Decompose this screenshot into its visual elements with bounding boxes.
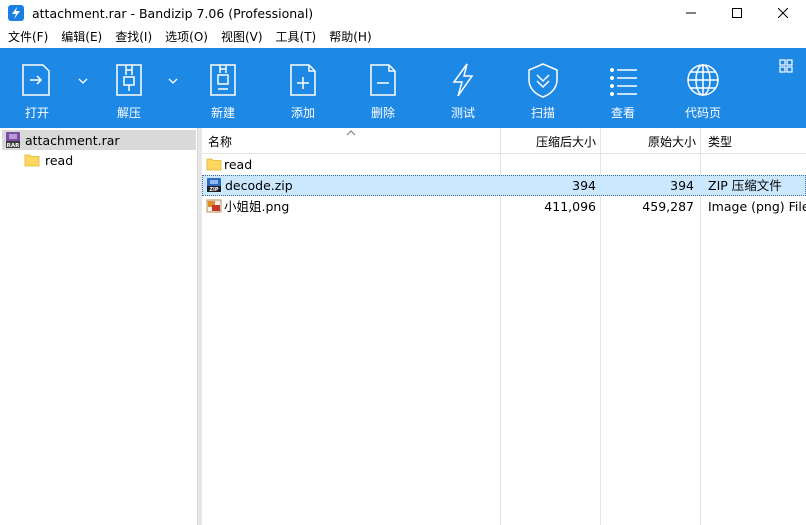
toolbar: 打开 解压 新建 添加 删除 测试 扫描 查看 代码页 [0, 48, 806, 128]
new-label: 新建 [210, 106, 235, 120]
extract-dropdown-icon[interactable] [166, 74, 180, 88]
file-compressed-size: 394 [572, 178, 596, 193]
column-name-header[interactable]: 名称 [208, 128, 232, 154]
column-type-header[interactable]: 类型 [708, 128, 732, 154]
scan-button[interactable]: 扫描 [506, 48, 580, 128]
file-list: 名称 压缩后大小 原始大小 类型 read ZIP decode.zip 394… [202, 128, 806, 525]
extract-icon [107, 60, 151, 100]
file-compressed-size: 411,096 [544, 199, 596, 214]
folder-icon [24, 154, 40, 167]
menu-tools[interactable]: 工具(T) [268, 26, 322, 48]
file-original-size: 459,287 [642, 199, 694, 214]
svg-text:ZIP: ZIP [209, 187, 218, 193]
image-file-icon [206, 199, 222, 213]
view-label: 查看 [610, 106, 635, 120]
file-original-size: 394 [670, 178, 694, 193]
file-name: decode.zip [225, 178, 293, 193]
file-row-read[interactable]: read [202, 154, 806, 175]
close-button[interactable] [760, 0, 806, 26]
maximize-button[interactable] [714, 0, 760, 26]
extract-label: 解压 [116, 106, 141, 120]
window-title: attachment.rar - Bandizip 7.06 (Professi… [32, 5, 314, 21]
file-row-decode-zip[interactable]: ZIP decode.zip 394 394 ZIP 压缩文件 [202, 175, 806, 196]
globe-icon [681, 60, 725, 100]
test-button[interactable]: 测试 [426, 48, 500, 128]
delete-file-icon [361, 60, 405, 100]
file-name: 小姐姐.png [224, 199, 290, 214]
zip-archive-icon: ZIP [207, 178, 221, 193]
delete-button[interactable]: 删除 [346, 48, 420, 128]
test-label: 测试 [450, 106, 475, 120]
codepage-label: 代码页 [684, 106, 721, 120]
menu-help[interactable]: 帮助(H) [321, 26, 376, 48]
list-view-icon [601, 60, 645, 100]
menu-edit[interactable]: 编辑(E) [53, 26, 107, 48]
view-button[interactable]: 查看 [586, 48, 660, 128]
open-dropdown-icon[interactable] [76, 74, 90, 88]
tree-child-label: read [45, 152, 74, 168]
menu-options[interactable]: 选项(O) [157, 26, 213, 48]
tree-item-read-folder[interactable]: read [24, 150, 73, 170]
file-type: ZIP 压缩文件 [708, 178, 782, 193]
menu-view[interactable]: 视图(V) [213, 26, 268, 48]
shield-icon [521, 60, 565, 100]
file-name: read [224, 157, 253, 172]
new-button[interactable]: 新建 [186, 48, 260, 128]
minimize-button[interactable] [668, 0, 714, 26]
rar-archive-icon: RAR [6, 132, 20, 149]
column-header-row: 名称 压缩后大小 原始大小 类型 [202, 128, 806, 154]
layout-grid-icon[interactable] [779, 59, 793, 73]
add-label: 添加 [290, 106, 315, 120]
open-button[interactable]: 打开 [0, 48, 74, 128]
folder-icon [206, 158, 222, 171]
file-original-size [602, 154, 694, 175]
column-compressed-header[interactable]: 压缩后大小 [536, 128, 596, 154]
folder-tree: RAR attachment.rar read [0, 128, 198, 525]
codepage-button[interactable]: 代码页 [666, 48, 740, 128]
add-file-icon [281, 60, 325, 100]
svg-text:RAR: RAR [7, 143, 20, 149]
file-type [708, 154, 806, 175]
open-label: 打开 [24, 106, 49, 120]
open-icon [15, 60, 59, 100]
lightning-icon [441, 60, 485, 100]
menu-file[interactable]: 文件(F) [0, 26, 53, 48]
file-row-png-image[interactable]: 小姐姐.png 411,096 459,287 Image (png) File [202, 196, 806, 217]
tree-root-label: attachment.rar [25, 132, 120, 148]
column-original-header[interactable]: 原始大小 [648, 128, 696, 154]
add-button[interactable]: 添加 [266, 48, 340, 128]
bandizip-app-icon [8, 5, 24, 21]
new-archive-icon [201, 60, 245, 100]
delete-label: 删除 [370, 106, 395, 120]
sort-ascending-icon [346, 130, 356, 136]
tree-item-archive-root[interactable]: RAR attachment.rar [2, 130, 196, 150]
file-type: Image (png) File [708, 199, 806, 214]
scan-label: 扫描 [530, 106, 555, 120]
file-compressed-size [502, 154, 596, 175]
menu-find[interactable]: 查找(I) [107, 26, 157, 48]
extract-button[interactable]: 解压 [92, 48, 166, 128]
menu-bar: 文件(F) 编辑(E) 查找(I) 选项(O) 视图(V) 工具(T) 帮助(H… [0, 26, 806, 48]
